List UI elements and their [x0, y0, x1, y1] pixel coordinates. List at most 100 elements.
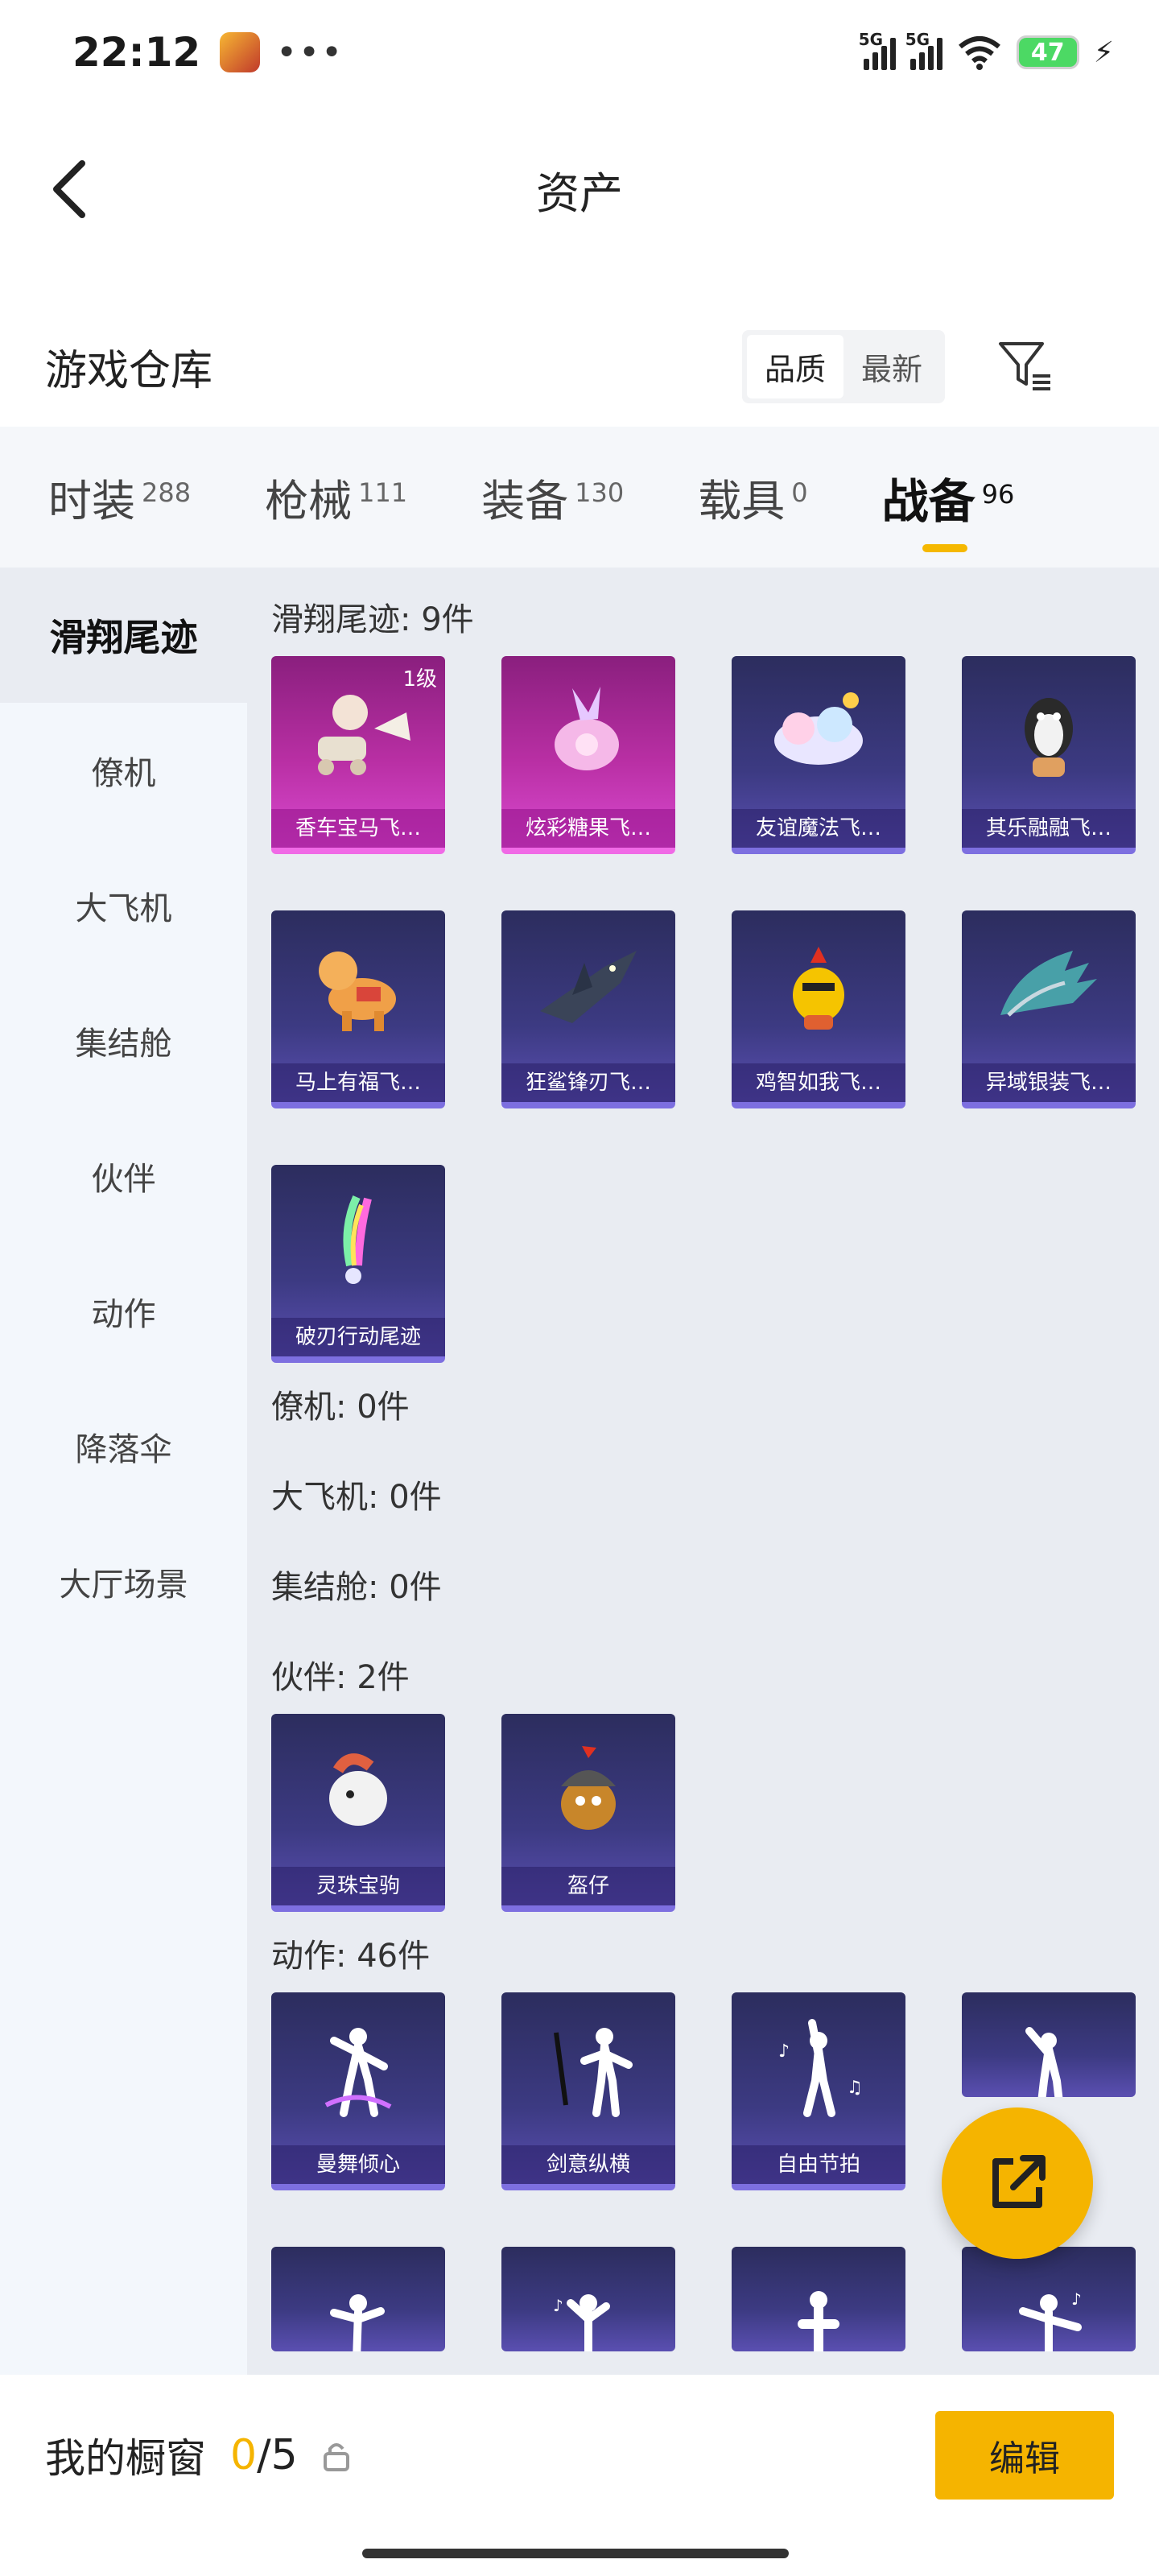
- sidebar-item-big-plane[interactable]: 大飞机: [0, 838, 247, 973]
- sword-dancer-icon: [501, 2008, 675, 2129]
- item-card[interactable]: 曼舞倾心: [271, 1992, 445, 2190]
- tab-count: 96: [981, 478, 1015, 510]
- section-title-pod: 集结舱: 0件: [271, 1569, 442, 1606]
- item-card[interactable]: 破刃行动尾迹: [271, 1165, 445, 1363]
- sort-newest-button[interactable]: 最新: [843, 335, 940, 398]
- sidebar-item-glide-trail[interactable]: 滑翔尾迹: [0, 568, 247, 703]
- item-card[interactable]: 鸡智如我飞…: [732, 910, 905, 1108]
- item-card[interactable]: 马上有福飞…: [271, 910, 445, 1108]
- item-card[interactable]: 灵珠宝驹: [271, 1714, 445, 1912]
- item-card[interactable]: 剑意纵横: [501, 1992, 675, 2190]
- more-notifications-icon: •••: [276, 31, 344, 73]
- sort-quality-button[interactable]: 品质: [746, 334, 843, 398]
- showcase-bar: 我的橱窗 0/5 编辑: [0, 2375, 1159, 2536]
- home-indicator[interactable]: [362, 2549, 789, 2558]
- tab-equipment[interactable]: 装备 130: [481, 465, 624, 529]
- item-name: 鸡智如我飞…: [732, 1063, 905, 1102]
- page-header: 资产: [0, 121, 1159, 258]
- smoke-trail-icon: [271, 1181, 445, 1302]
- carriage-icon: [271, 672, 445, 793]
- sidebar: 滑翔尾迹 僚机 大飞机 集结舱 伙伴 动作 降落伞 大厅场景: [0, 568, 247, 2375]
- music-dancer-icon: ♪: [501, 2263, 675, 2351]
- item-card[interactable]: [271, 2247, 445, 2351]
- network-type-label: 5G: [858, 30, 884, 49]
- section-title-action: 动作: 46件: [271, 1938, 431, 1975]
- filter-button[interactable]: [993, 334, 1058, 398]
- pose-icon: [271, 2263, 445, 2351]
- external-link-icon: [992, 2155, 1046, 2208]
- section-title-glide: 滑翔尾迹: 9件: [271, 601, 474, 638]
- tab-battle-gear[interactable]: 战备 96: [881, 464, 1015, 552]
- sidebar-item-wingman[interactable]: 僚机: [0, 703, 247, 838]
- item-card[interactable]: [962, 1992, 1136, 2097]
- svg-text:♫: ♫: [847, 2078, 863, 2098]
- dancer-icon: [271, 2008, 445, 2129]
- status-time: 22:12: [72, 29, 201, 76]
- item-card[interactable]: 狂鲨锋刃飞…: [501, 910, 675, 1108]
- category-tabs: 时装 288 枪械 111 装备 130 载具 0 战备 96: [0, 427, 1159, 568]
- item-card[interactable]: [732, 2247, 905, 2351]
- item-name: 异域银装飞…: [962, 1063, 1136, 1102]
- content-list[interactable]: 滑翔尾迹: 9件 1级 香车宝马飞… 炫彩糖果飞… 友谊魔法飞… 其乐融融飞… …: [247, 568, 1159, 2375]
- sidebar-item-partner[interactable]: 伙伴: [0, 1108, 247, 1244]
- pony-icon: [271, 1730, 445, 1851]
- magic-cloud-icon: [732, 672, 905, 793]
- back-button[interactable]: [40, 153, 97, 225]
- partner-grid: 灵珠宝驹 盔仔: [271, 1714, 1159, 1912]
- app-notification-icon: [220, 32, 261, 72]
- item-name: 友谊魔法飞…: [732, 809, 905, 848]
- item-name: 马上有福飞…: [271, 1063, 445, 1102]
- wing-icon: [962, 927, 1136, 1047]
- dancer-glow-icon: [962, 2008, 1136, 2097]
- tab-label: 时装: [48, 476, 135, 526]
- item-card[interactable]: 异域银装飞…: [962, 910, 1136, 1108]
- item-card[interactable]: 1级 香车宝马飞…: [271, 656, 445, 854]
- tab-weapons[interactable]: 枪械 111: [265, 465, 407, 529]
- section-title-wingman: 僚机: 0件: [271, 1389, 410, 1426]
- item-name: 炫彩糖果飞…: [501, 809, 675, 848]
- lock-icon: [323, 2443, 349, 2471]
- item-card[interactable]: 炫彩糖果飞…: [501, 656, 675, 854]
- item-name: 狂鲨锋刃飞…: [501, 1063, 675, 1102]
- item-name: 香车宝马飞…: [271, 809, 445, 848]
- share-button[interactable]: [942, 2107, 1093, 2259]
- body: 滑翔尾迹 僚机 大飞机 集结舱 伙伴 动作 降落伞 大厅场景 滑翔尾迹: 9件 …: [0, 568, 1159, 2375]
- sidebar-item-assembly-pod[interactable]: 集结舱: [0, 973, 247, 1108]
- tab-count: 111: [358, 477, 408, 508]
- item-card[interactable]: ♪: [962, 2247, 1136, 2351]
- page-title: 资产: [536, 167, 623, 219]
- signal-icon-2: 5G: [905, 30, 942, 70]
- sidebar-item-parachute[interactable]: 降落伞: [0, 1379, 247, 1514]
- tab-fashion[interactable]: 时装 288: [48, 465, 191, 529]
- tab-label: 装备: [481, 476, 569, 526]
- penguin-icon: [962, 672, 1136, 793]
- section-title-plane: 大飞机: 0件: [271, 1479, 442, 1516]
- status-bar: 22:12 ••• 5G 5G 47 ⚡: [0, 0, 1159, 105]
- signal-icon: 5G: [859, 30, 896, 70]
- section-title-partner: 伙伴: 2件: [271, 1659, 410, 1696]
- shark-icon: [501, 927, 675, 1047]
- item-card[interactable]: ♪ ♫ 自由节拍: [732, 1992, 905, 2190]
- tab-label: 枪械: [265, 476, 353, 526]
- charging-icon: ⚡: [1093, 35, 1114, 69]
- edit-button[interactable]: 编辑: [935, 2411, 1114, 2500]
- horse-icon: [271, 927, 445, 1047]
- svg-text:♪: ♪: [1071, 2289, 1082, 2309]
- item-card[interactable]: 其乐融融飞…: [962, 656, 1136, 854]
- showcase-title: 我的橱窗: [45, 2435, 206, 2482]
- helmet-chick-icon: [501, 1730, 675, 1851]
- item-name: 盔仔: [501, 1867, 675, 1905]
- tab-count: 0: [791, 477, 808, 508]
- candy-icon: [501, 672, 675, 793]
- tab-label: 战备: [881, 473, 975, 529]
- filter-icon: [999, 342, 1050, 390]
- item-card[interactable]: 盔仔: [501, 1714, 675, 1912]
- item-card[interactable]: ♪: [501, 2247, 675, 2351]
- network-type-label-2: 5G: [905, 30, 930, 49]
- item-card[interactable]: 友谊魔法飞…: [732, 656, 905, 854]
- tab-vehicles[interactable]: 载具 0: [698, 465, 807, 529]
- sidebar-item-lobby-scene[interactable]: 大厅场景: [0, 1514, 247, 1649]
- item-name: 其乐融融飞…: [962, 809, 1136, 848]
- beat-dancer-icon: ♪ ♫: [732, 2008, 905, 2129]
- sidebar-item-action[interactable]: 动作: [0, 1244, 247, 1379]
